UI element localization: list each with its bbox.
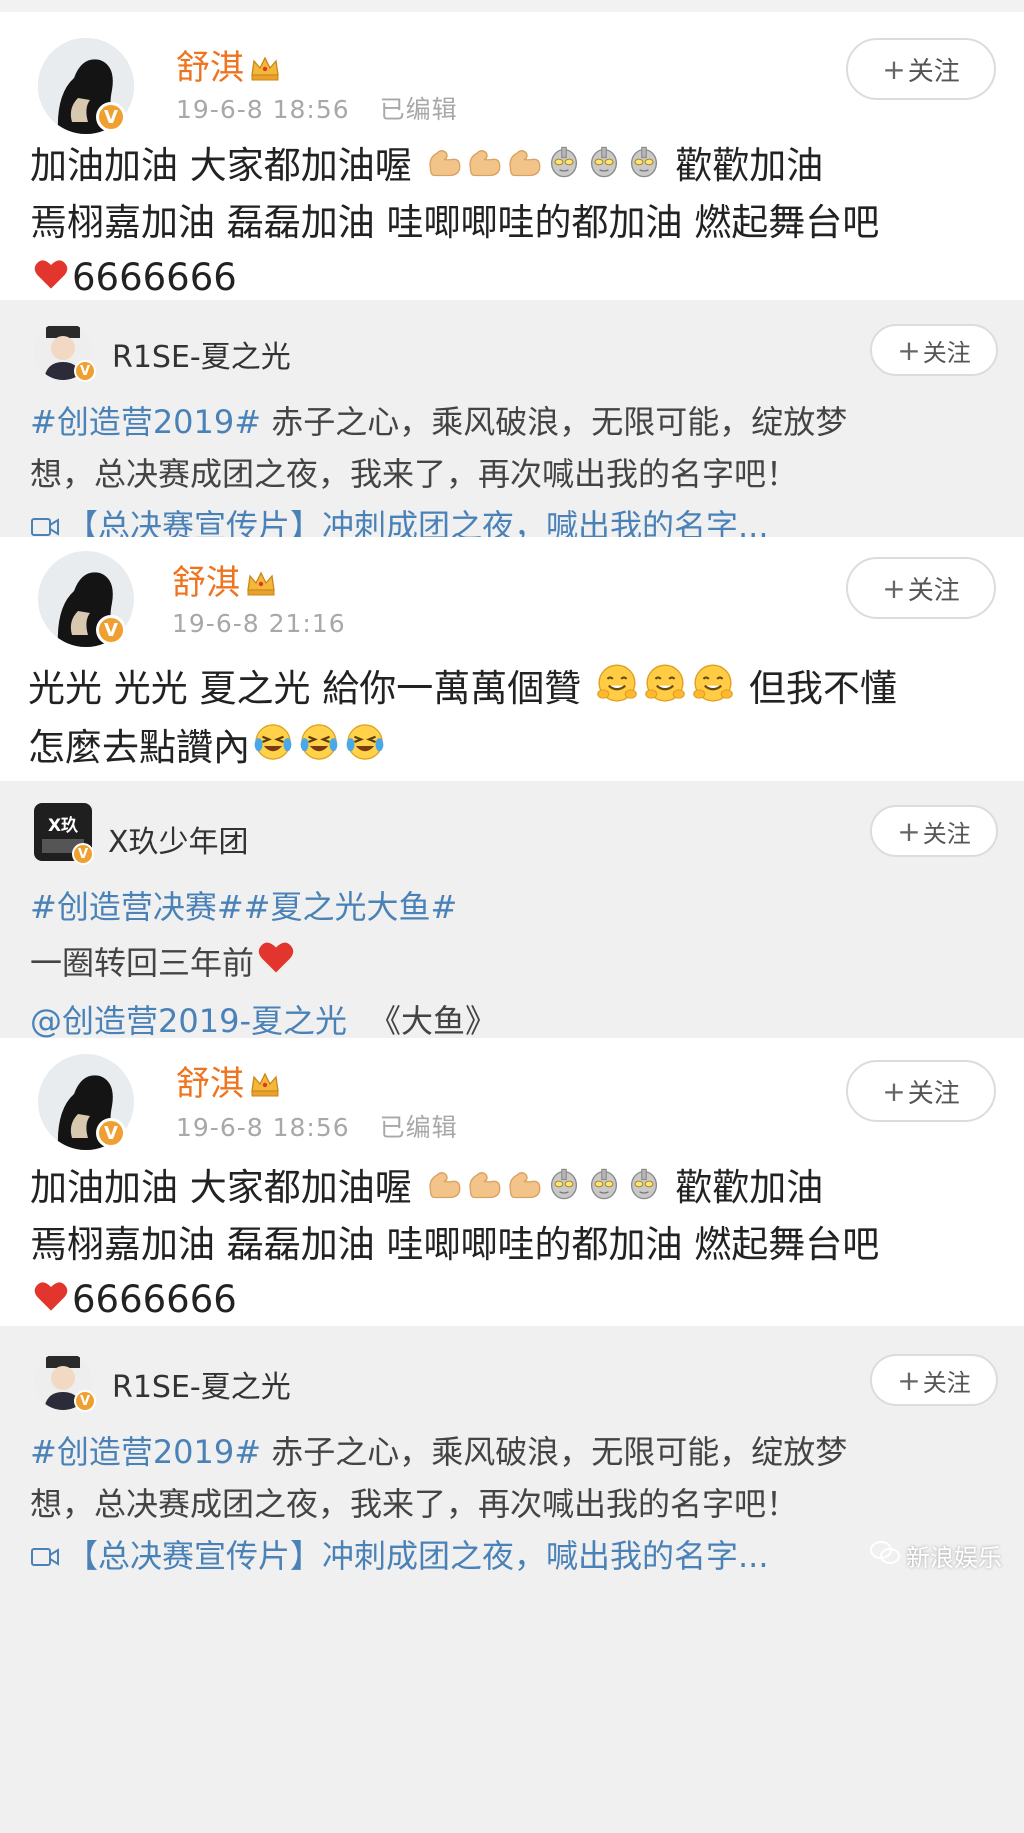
repost-line: 一圈转回三年前 (30, 935, 497, 993)
post-card: V 舒淇 19-6-8 21:16 + 关注 光光 光光 夏之光 給你一萬萬個贊 … (0, 537, 1024, 781)
work-title: 《大鱼》 (369, 1002, 498, 1040)
laugh-cry-emoji-icon (344, 721, 386, 778)
repost-card[interactable]: V R1SE-夏之光 + 关注 #创造营2019# 赤子之心，乘风破浪，无限可能，… (0, 300, 1024, 537)
follow-button[interactable]: + 关注 (870, 1354, 998, 1406)
verified-badge-icon: V (74, 1390, 96, 1412)
follow-button[interactable]: + 关注 (870, 805, 998, 857)
muscle-icon (506, 1162, 542, 1217)
post-line: 焉栩嘉加油 磊磊加油 哇唧唧哇的都加油 燃起舞台吧 (30, 1223, 880, 1266)
muscle-icon (466, 140, 502, 195)
ultraman-icon (546, 140, 582, 195)
post-card: V 舒淇 19-6-8 18:56 已编辑 + 关注 加油加油 大家都加油喔 歡歡加… (0, 12, 1024, 300)
edited-label: 已编辑 (379, 1113, 458, 1142)
red-heart-icon (256, 937, 296, 993)
crown-icon (250, 1068, 280, 1108)
verified-badge-icon: V (96, 102, 126, 132)
post-line: 光光 光光 夏之光 給你一萬萬個贊 但我不懂 (28, 661, 897, 720)
red-heart-icon (32, 1274, 70, 1326)
svg-text:X玖: X玖 (48, 815, 79, 836)
username[interactable]: 舒淇 (172, 555, 276, 607)
repost-author[interactable]: R1SE-夏之光 (112, 332, 291, 376)
post-line: 6666666 (30, 1272, 879, 1326)
post-body: 加油加油 大家都加油喔 歡歡加油 焉栩嘉加油 磊磊加油 哇唧唧哇的都加油 燃起舞… (30, 138, 879, 300)
post-card: V 舒淇 19-6-8 18:56 已编辑 + 关注 加油加油 大家都加油喔 歡歡加… (0, 1038, 1024, 1326)
username[interactable]: 舒淇 (176, 40, 280, 92)
ultraman-icon (586, 1162, 622, 1217)
post-time: 19-6-8 18:56 (176, 1113, 350, 1142)
edited-label: 已编辑 (379, 95, 458, 124)
post-body: 加油加油 大家都加油喔 歡歡加油 焉栩嘉加油 磊磊加油 哇唧唧哇的都加油 燃起舞… (30, 1160, 879, 1326)
post-meta: 19-6-8 18:56 已编辑 (176, 90, 458, 126)
post-line: 6666666 (30, 250, 879, 300)
post-line: 加油加油 大家都加油喔 歡歡加油 (30, 1160, 879, 1217)
username[interactable]: 舒淇 (176, 1056, 280, 1108)
repost-author[interactable]: R1SE-夏之光 (112, 1362, 291, 1406)
repost-body: #创造营决赛##夏之光大鱼# 一圈转回三年前 @创造营2019-夏之光 《大鱼》 (30, 879, 497, 1049)
topic-link[interactable]: #创造营决赛##夏之光大鱼# (30, 879, 497, 935)
post-time: 19-6-8 21:16 (172, 609, 346, 638)
post-line: 加油加油 大家都加油喔 歡歡加油 (30, 138, 879, 195)
follow-button[interactable]: + 关注 (870, 324, 998, 376)
verified-badge-icon: V (72, 843, 94, 865)
muscle-icon (466, 1162, 502, 1217)
muscle-icon (506, 140, 542, 195)
ultraman-icon (546, 1162, 582, 1217)
plus-icon: + (897, 1363, 921, 1397)
post-line: 焉栩嘉加油 磊磊加油 哇唧唧哇的都加油 燃起舞台吧 (30, 201, 880, 244)
follow-button[interactable]: + 关注 (846, 557, 996, 619)
repost-line: 想，总决赛成团之夜，我来了，再次喊出我的名字吧！ (30, 455, 799, 493)
hug-emoji-icon (643, 661, 687, 720)
post-meta: 19-6-8 21:16 (172, 609, 346, 638)
follow-button[interactable]: + 关注 (846, 1060, 996, 1122)
topic-link[interactable]: #创造营2019# (30, 403, 261, 441)
ultraman-icon (626, 140, 662, 195)
repost-line: #创造营2019# 赤子之心，乘风破浪，无限可能，绽放梦 (30, 403, 848, 441)
ultraman-icon (626, 1162, 662, 1217)
repost-body: #创造营2019# 赤子之心，乘风破浪，无限可能，绽放梦 想，总决赛成团之夜，我… (30, 1426, 847, 1584)
mention-link[interactable]: @创造营2019-夏之光 (30, 1002, 347, 1040)
post-meta: 19-6-8 18:56 已编辑 (176, 1108, 458, 1144)
laugh-cry-emoji-icon (298, 721, 340, 778)
crown-icon (246, 567, 276, 607)
hug-emoji-icon (595, 661, 639, 720)
plus-icon: + (882, 571, 906, 605)
repost-body: #创造营2019# 赤子之心，乘风破浪，无限可能，绽放梦 想，总决赛成团之夜，我… (30, 396, 847, 537)
plus-icon: + (882, 52, 906, 86)
verified-badge-icon: V (96, 615, 126, 645)
video-link[interactable]: 【总决赛宣传片】冲刺成团之夜，喊出我的名字... (30, 500, 847, 537)
ultraman-icon (586, 140, 622, 195)
post-time: 19-6-8 18:56 (176, 95, 350, 124)
plus-icon: + (897, 333, 921, 367)
hug-emoji-icon (691, 661, 735, 720)
repost-line: #创造营2019# 赤子之心，乘风破浪，无限可能，绽放梦 (30, 1433, 848, 1471)
watermark: 新浪娱乐 (870, 1538, 1002, 1573)
muscle-icon (426, 1162, 462, 1217)
follow-button[interactable]: + 关注 (846, 38, 996, 100)
plus-icon: + (897, 814, 921, 848)
crown-icon (250, 52, 280, 92)
laugh-cry-emoji-icon (252, 721, 294, 778)
wechat-icon (870, 1540, 900, 1572)
repost-author[interactable]: X玖少年团 (108, 817, 249, 861)
topic-link[interactable]: #创造营2019# (30, 1433, 261, 1471)
red-heart-icon (32, 252, 70, 300)
verified-badge-icon: V (96, 1118, 126, 1148)
plus-icon: + (882, 1074, 906, 1108)
repost-line: 想，总决赛成团之夜，我来了，再次喊出我的名字吧！ (30, 1485, 799, 1523)
verified-badge-icon: V (74, 360, 96, 382)
video-link[interactable]: 【总决赛宣传片】冲刺成团之夜，喊出我的名字... (30, 1530, 847, 1584)
post-line: 怎麼去點讚內 (28, 720, 897, 778)
muscle-icon (426, 140, 462, 195)
post-body: 光光 光光 夏之光 給你一萬萬個贊 但我不懂 怎麼去點讚內 (28, 661, 897, 778)
video-icon (30, 502, 60, 537)
video-icon (30, 1532, 60, 1584)
repost-card[interactable]: V R1SE-夏之光 + 关注 #创造营2019# 赤子之心，乘风破浪，无限可能，… (0, 1326, 1024, 1833)
